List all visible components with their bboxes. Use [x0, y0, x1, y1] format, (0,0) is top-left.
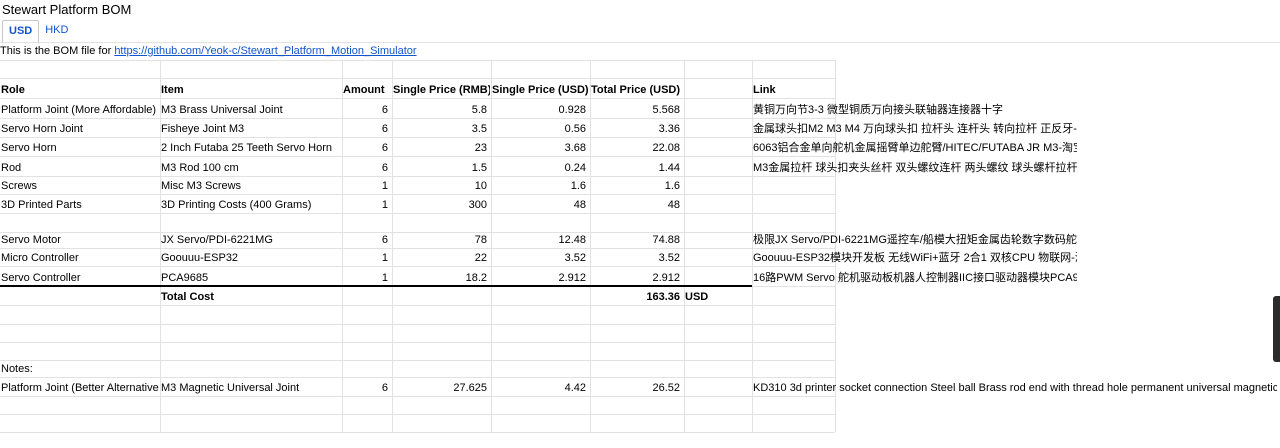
- price-usd-cell: 3.68: [564, 142, 586, 154]
- price-usd-cell: 48: [573, 199, 586, 211]
- price-usd-cell: 0.56: [564, 123, 586, 135]
- header-role: Role: [1, 84, 25, 96]
- product-link[interactable]: M3金属拉杆 球头扣夹头丝杆 双头螺纹连杆 两头螺纹 球头螺杆拉杆-: [753, 159, 1077, 177]
- header-item: Item: [161, 84, 184, 96]
- product-link[interactable]: KD310 3d printer socket connection Steel…: [753, 379, 1277, 397]
- item-cell: M3 Brass Universal Joint: [161, 104, 283, 116]
- grid-hline: [0, 60, 835, 61]
- price-rmb-cell: 22: [474, 252, 487, 264]
- intro-text: This is the BOM file for: [0, 45, 115, 57]
- item-cell: JX Servo/PDI-6221MG: [161, 234, 273, 246]
- header-amount: Amount: [343, 84, 385, 96]
- amount-cell: 1: [381, 252, 388, 264]
- amount-cell: 1: [381, 199, 388, 211]
- role-cell: 3D Printed Parts: [1, 199, 82, 211]
- intro-row: This is the BOM file for https://github.…: [0, 42, 600, 60]
- item-cell: 3D Printing Costs (400 Grams): [161, 199, 312, 211]
- total-usd-cell: 48: [667, 199, 680, 211]
- grid-hline: [0, 414, 835, 415]
- repo-link[interactable]: https://github.com/Yeok-c/Stewart_Platfo…: [114, 45, 416, 57]
- price-rmb-cell: 10: [474, 180, 487, 192]
- tab-hkd[interactable]: HKD: [39, 20, 74, 42]
- item-cell: M3 Magnetic Universal Joint: [161, 382, 300, 394]
- item-cell: Fisheye Joint M3: [161, 123, 245, 135]
- role-cell: Micro Controller: [1, 252, 79, 264]
- price-rmb-cell: 3.5: [471, 123, 487, 135]
- total-usd-cell: 5.568: [652, 104, 680, 116]
- amount-cell: 6: [381, 382, 388, 394]
- price-rmb-cell: 1.5: [471, 162, 487, 174]
- item-cell: Misc M3 Screws: [161, 180, 242, 192]
- role-cell: Servo Motor: [1, 234, 61, 246]
- product-link[interactable]: 6063铝合金单向舵机金属摇臂单边舵臂/HITEC/FUTABA JR M3-淘…: [753, 139, 1077, 157]
- amount-cell: 6: [381, 123, 388, 135]
- total-usd-cell: 22.08: [652, 142, 680, 154]
- vertical-scrollbar[interactable]: [1273, 296, 1280, 362]
- product-link[interactable]: 16路PWM Servo 舵机驱动板机器人控制器IIC接口驱动器模块PCA96: [753, 269, 1077, 287]
- price-rmb-cell: 5.8: [471, 104, 487, 116]
- price-usd-cell: 0.24: [564, 162, 586, 174]
- total-cost-label: Total Cost: [161, 291, 214, 303]
- total-usd-cell: 1.6: [664, 180, 680, 192]
- role-cell: Rod: [1, 162, 22, 174]
- role-cell: Servo Horn: [1, 142, 57, 154]
- price-rmb-cell: 300: [468, 199, 487, 211]
- price-rmb-cell: 23: [474, 142, 487, 154]
- header-link: Link: [753, 84, 776, 96]
- total-cost-value: 163.36: [646, 291, 680, 303]
- total-cost-currency: USD: [685, 291, 709, 303]
- currency-tabs: USD HKD: [2, 20, 74, 44]
- price-rmb-cell: 27.625: [453, 382, 487, 394]
- amount-cell: 1: [381, 180, 388, 192]
- price-usd-cell: 12.48: [558, 234, 586, 246]
- total-usd-cell: 26.52: [652, 382, 680, 394]
- grid-hline: [0, 342, 835, 343]
- tab-usd[interactable]: USD: [2, 20, 40, 44]
- price-usd-cell: 4.42: [564, 382, 586, 394]
- product-link[interactable]: 黄铜万向节3-3 微型铜质万向接头联轴器连接器十字: [753, 101, 1077, 119]
- role-cell: Servo Horn Joint: [1, 123, 83, 135]
- item-cell: M3 Rod 100 cm: [161, 162, 239, 174]
- header-single-usd: Single Price (USD): [492, 84, 589, 96]
- amount-cell: 6: [381, 142, 388, 154]
- product-link[interactable]: 极限JX Servo/PDI-6221MG遥控车/船模大扭矩金属齿轮数字数码舵机: [753, 231, 1077, 249]
- role-cell: Platform Joint (More Affordable): [1, 104, 157, 116]
- role-cell: Screws: [1, 180, 38, 192]
- sheet-title: Stewart Platform BOM: [2, 2, 132, 17]
- total-usd-cell: 3.52: [658, 252, 680, 264]
- price-usd-cell: 1.6: [570, 180, 586, 192]
- price-usd-cell: 3.52: [564, 252, 586, 264]
- item-cell: 2 Inch Futaba 25 Teeth Servo Horn: [161, 142, 333, 154]
- amount-cell: 6: [381, 104, 388, 116]
- grid-hline: [0, 324, 835, 325]
- total-usd-cell: 3.36: [658, 123, 680, 135]
- total-usd-cell: 74.88: [652, 234, 680, 246]
- notes-label: Notes:: [1, 363, 33, 375]
- header-total-usd: Total Price (USD): [591, 84, 681, 96]
- price-rmb-cell: 78: [474, 234, 487, 246]
- grid-hline: [0, 78, 835, 79]
- product-link[interactable]: Goouuu-ESP32模块开发板 无线WiFi+蓝牙 2合1 双核CPU 物联…: [753, 249, 1077, 267]
- product-link[interactable]: 金属球头扣M2 M3 M4 万向球头扣 拉杆头 连杆头 转向拉杆 正反牙-淘: [753, 120, 1077, 138]
- total-usd-cell: 1.44: [658, 162, 680, 174]
- grid-hline: [0, 432, 835, 433]
- grid-vline: [684, 60, 685, 432]
- price-usd-cell: 0.928: [558, 104, 586, 116]
- amount-cell: 6: [381, 162, 388, 174]
- role-cell: Platform Joint (Better Alternative): [1, 382, 159, 394]
- item-cell: Goouuu-ESP32: [161, 252, 239, 264]
- spreadsheet-grid: This is the BOM file for https://github.…: [0, 42, 1280, 448]
- total-separator: [0, 285, 752, 287]
- amount-cell: 6: [381, 234, 388, 246]
- header-single-rmb: Single Price (RMB): [393, 84, 490, 96]
